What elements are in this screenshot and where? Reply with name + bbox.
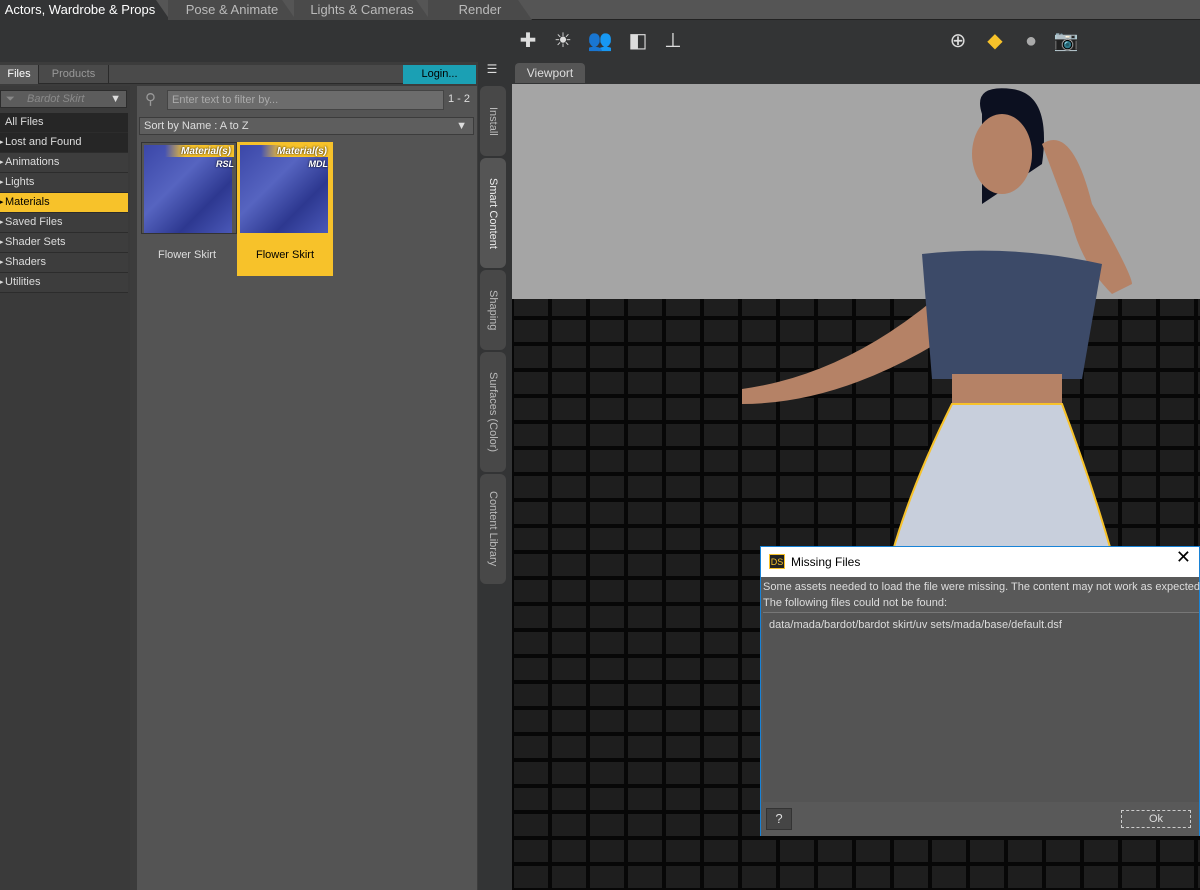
- asset-tile-rsl[interactable]: Material(s) RSL: [141, 142, 237, 234]
- sort-value: Sort by Name : A to Z: [144, 120, 249, 132]
- tab-products[interactable]: Products: [39, 65, 109, 84]
- tab-render[interactable]: Render: [428, 0, 532, 20]
- asset-type: RSL: [216, 159, 234, 169]
- search-placeholder: Enter text to filter by...: [172, 94, 279, 106]
- result-count: 1 - 2: [448, 93, 471, 105]
- message-line: Some assets needed to load the file were…: [763, 581, 1200, 593]
- asset-label: Flower Skirt: [255, 249, 315, 261]
- category-label: Shader Sets: [5, 236, 66, 248]
- panel-menu-icon[interactable]: ☰: [482, 62, 502, 80]
- create-light-icon[interactable]: ✚: [515, 28, 541, 54]
- category-all-files[interactable]: All Files: [0, 113, 128, 133]
- search-input[interactable]: Enter text to filter by...: [167, 90, 444, 110]
- category-label: Lost and Found: [5, 136, 82, 148]
- tab-pose-animate[interactable]: Pose & Animate: [168, 0, 296, 20]
- category-label: Utilities: [5, 276, 41, 288]
- help-button[interactable]: ?: [766, 808, 792, 830]
- search-icon: ⚲: [145, 91, 156, 108]
- environment-icon[interactable]: ☀: [550, 28, 576, 54]
- login-button[interactable]: Login...: [403, 65, 476, 84]
- category-label: All Files: [5, 116, 44, 128]
- side-tab-content-library[interactable]: Content Library: [480, 474, 506, 584]
- sort-dropdown[interactable]: Sort by Name : A to Z ▼: [139, 117, 474, 135]
- ok-button[interactable]: Ok: [1121, 810, 1191, 828]
- missing-file-item: data/mada/bardot/bardot skirt/uv sets/ma…: [769, 619, 1062, 631]
- figure-top: [922, 250, 1102, 379]
- asset-type: MDL: [308, 159, 329, 169]
- missing-files-dialog: Missing Files DS ✕ Some assets needed to…: [760, 546, 1200, 836]
- category-label: Shaders: [5, 256, 46, 268]
- daz-logo-icon: DS: [769, 554, 785, 569]
- tab-label: Actors, Wardrobe & Props: [4, 2, 156, 17]
- asset-label: Flower Skirt: [157, 249, 217, 261]
- asset-view: ⚲ Enter text to filter by... 1 - 2 Sort …: [137, 86, 477, 890]
- category-utilities[interactable]: ▸ Utilities: [0, 273, 128, 293]
- category-lost-and-found[interactable]: ▸ Lost and Found: [0, 133, 128, 153]
- dialog-footer: ? Ok: [761, 804, 1199, 836]
- category-shader-sets[interactable]: ▸ Shader Sets: [0, 233, 128, 253]
- asset-badge: Material(s): [164, 145, 234, 157]
- side-tab-strip: ☰ Install Smart Content Shaping Surfaces…: [478, 62, 510, 890]
- category-label: Materials: [5, 196, 50, 208]
- viewport-tab[interactable]: Viewport: [515, 63, 585, 83]
- figure-select-icon[interactable]: ●: [1018, 28, 1044, 54]
- funnel-icon: ⏷: [6, 93, 15, 105]
- tab-label: Render: [458, 2, 502, 17]
- dialog-titlebar: Missing Files: [761, 547, 1199, 577]
- chevron-down-icon: ▼: [110, 93, 121, 105]
- category-saved-files[interactable]: ▸ Saved Files: [0, 213, 128, 233]
- asset-badge: Material(s): [260, 145, 330, 157]
- tab-lights-cameras[interactable]: Lights & Cameras: [294, 0, 430, 20]
- category-label: Saved Files: [5, 216, 63, 228]
- close-icon[interactable]: ✕: [1176, 547, 1191, 568]
- category-materials[interactable]: ▸ Materials: [0, 193, 128, 213]
- category-shaders[interactable]: ▸ Shaders: [0, 253, 128, 273]
- missing-file-list[interactable]: data/mada/bardot/bardot skirt/uv sets/ma…: [763, 612, 1199, 802]
- tab-files[interactable]: Files: [0, 65, 39, 84]
- transfer-figure-icon[interactable]: 👥: [587, 28, 613, 54]
- side-tab-install[interactable]: Install: [480, 86, 506, 156]
- tab-label: Pose & Animate: [185, 2, 279, 17]
- save-material-preset-icon[interactable]: ◧: [625, 28, 651, 54]
- figure-head: [972, 114, 1032, 194]
- pane-tab-bar: Actors, Wardrobe & Props Pose & Animate …: [0, 0, 1200, 20]
- asset-tile-mdl[interactable]: Material(s) MDL Flower Skirt: [237, 142, 333, 276]
- dialog-message: Some assets needed to load the file were…: [763, 579, 1200, 611]
- filter-dropdown[interactable]: ⏷ Bardot Skirt ▼: [0, 90, 127, 108]
- category-label: Animations: [5, 156, 60, 168]
- chevron-down-icon: ▼: [456, 120, 467, 132]
- side-tab-surfaces[interactable]: Surfaces (Color): [480, 352, 506, 472]
- message-line: The following files could not be found:: [763, 597, 948, 609]
- filter-value: Bardot Skirt: [27, 93, 85, 105]
- category-label: Lights: [5, 176, 35, 188]
- category-lights[interactable]: ▸ Lights: [0, 173, 128, 193]
- surface-selection-icon[interactable]: ◆: [982, 28, 1008, 54]
- side-tab-shaping[interactable]: Shaping: [480, 270, 506, 350]
- dialog-title: Missing Files: [791, 555, 861, 569]
- category-sidebar: ⏷ Bardot Skirt ▼ All Files ▸ Lost and Found…: [0, 86, 130, 890]
- category-animations[interactable]: ▸ Animations: [0, 153, 128, 173]
- tab-label: Lights & Cameras: [310, 2, 414, 17]
- tab-actors-wardrobe-props[interactable]: Actors, Wardrobe & Props: [0, 0, 170, 20]
- save-pose-preset-icon[interactable]: ⊥: [660, 28, 686, 54]
- universal-tool-icon[interactable]: ⊕: [945, 28, 971, 54]
- panel-tabs: Files Products Login...: [0, 65, 476, 84]
- camera-icon[interactable]: 📷: [1053, 28, 1079, 54]
- side-tab-smart-content[interactable]: Smart Content: [480, 158, 506, 268]
